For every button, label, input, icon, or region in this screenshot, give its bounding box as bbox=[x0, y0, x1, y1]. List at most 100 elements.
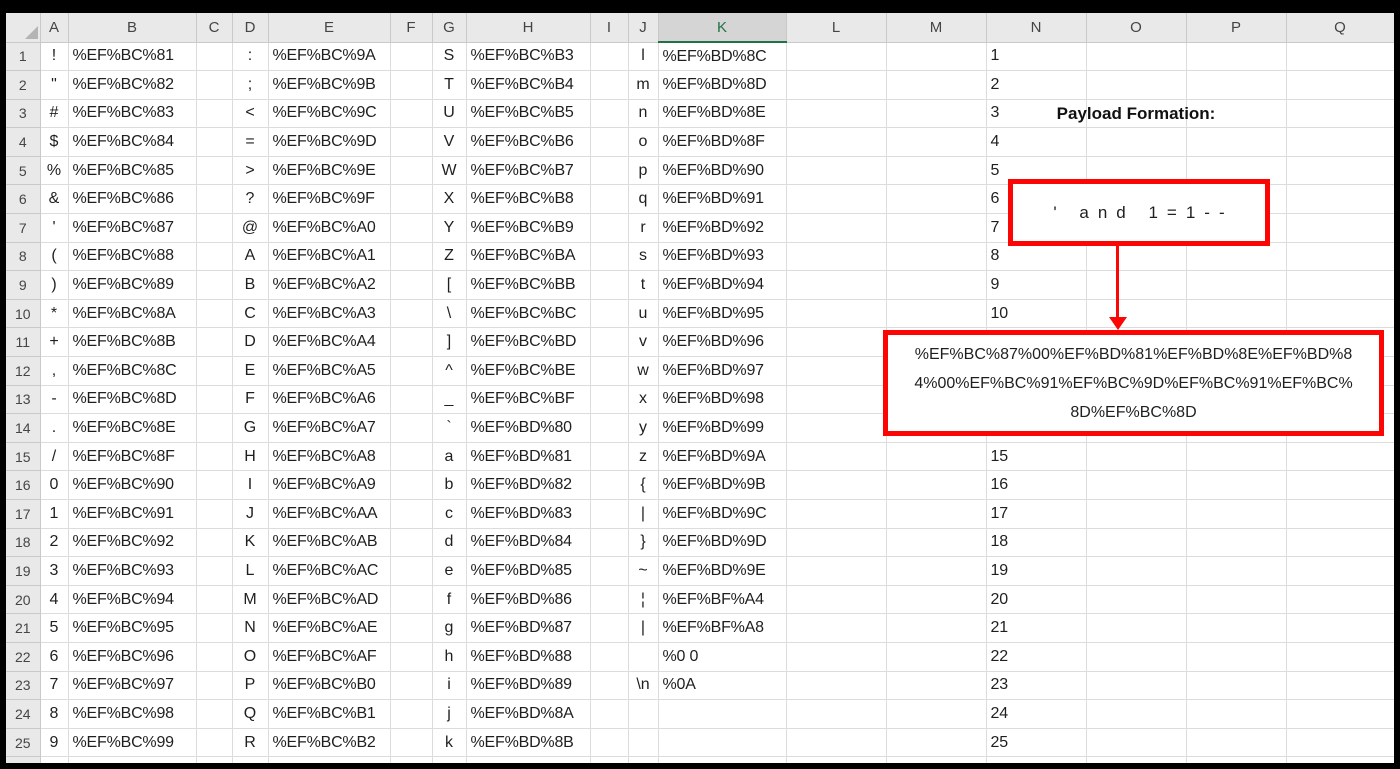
cell-L15[interactable] bbox=[785, 441, 887, 472]
cell-N14[interactable]: 14 bbox=[985, 413, 1087, 443]
cell-G14[interactable]: ` bbox=[431, 413, 467, 443]
cell-Q11[interactable] bbox=[1285, 327, 1394, 358]
cell-B2[interactable]: %EF%BC%82 bbox=[67, 70, 197, 100]
cell-J3[interactable]: n bbox=[627, 98, 659, 129]
cell-G20[interactable]: f bbox=[431, 584, 467, 615]
cell-O15[interactable] bbox=[1085, 441, 1187, 472]
cell-G16[interactable]: b bbox=[431, 470, 467, 500]
cell-F26[interactable] bbox=[389, 756, 433, 763]
cell-C17[interactable] bbox=[195, 499, 233, 529]
cell-J21[interactable]: | bbox=[627, 613, 659, 643]
cell-K15[interactable]: %EF%BD%9A bbox=[657, 441, 787, 472]
cell-J18[interactable]: } bbox=[627, 527, 659, 558]
cell-A24[interactable]: 8 bbox=[39, 699, 69, 729]
cell-L13[interactable] bbox=[785, 384, 887, 415]
column-header-J[interactable]: J bbox=[627, 13, 659, 43]
row-header-26[interactable] bbox=[6, 756, 41, 763]
cell-L26[interactable] bbox=[785, 756, 887, 763]
cell-B6[interactable]: %EF%BC%86 bbox=[67, 184, 197, 215]
column-header-C[interactable]: C bbox=[195, 13, 233, 43]
row-header-23[interactable]: 23 bbox=[6, 670, 41, 701]
cell-M17[interactable] bbox=[885, 499, 987, 529]
cell-P15[interactable] bbox=[1185, 441, 1287, 472]
cell-Q7[interactable] bbox=[1285, 213, 1394, 243]
cell-J8[interactable]: s bbox=[627, 241, 659, 272]
cell-Q15[interactable] bbox=[1285, 441, 1394, 472]
cell-N1[interactable]: 1 bbox=[985, 41, 1087, 72]
cell-B5[interactable]: %EF%BC%85 bbox=[67, 155, 197, 186]
cell-E26[interactable] bbox=[267, 756, 391, 763]
row-header-19[interactable]: 19 bbox=[6, 556, 41, 586]
cell-G11[interactable]: ] bbox=[431, 327, 467, 358]
cell-M23[interactable] bbox=[885, 670, 987, 701]
cell-Q16[interactable] bbox=[1285, 470, 1394, 500]
cell-C20[interactable] bbox=[195, 584, 233, 615]
cell-B26[interactable] bbox=[67, 756, 197, 763]
cell-G4[interactable]: V bbox=[431, 127, 467, 157]
column-header-I[interactable]: I bbox=[589, 13, 629, 43]
column-header-N[interactable]: N bbox=[985, 13, 1087, 43]
cell-O13[interactable] bbox=[1085, 384, 1187, 415]
cell-J15[interactable]: z bbox=[627, 441, 659, 472]
cell-I6[interactable] bbox=[589, 184, 629, 215]
cell-M24[interactable] bbox=[885, 699, 987, 729]
cell-L2[interactable] bbox=[785, 70, 887, 100]
row-header-14[interactable]: 14 bbox=[6, 413, 41, 443]
cell-B8[interactable]: %EF%BC%88 bbox=[67, 241, 197, 272]
cell-I10[interactable] bbox=[589, 298, 629, 329]
cell-Q4[interactable] bbox=[1285, 127, 1394, 157]
cell-O10[interactable] bbox=[1085, 298, 1187, 329]
cell-H16[interactable]: %EF%BD%82 bbox=[465, 470, 591, 500]
cell-N18[interactable]: 18 bbox=[985, 527, 1087, 558]
cell-E15[interactable]: %EF%BC%A8 bbox=[267, 441, 391, 472]
cell-L24[interactable] bbox=[785, 699, 887, 729]
cell-J19[interactable]: ~ bbox=[627, 556, 659, 586]
cell-C19[interactable] bbox=[195, 556, 233, 586]
cell-H5[interactable]: %EF%BC%B7 bbox=[465, 155, 591, 186]
cell-L4[interactable] bbox=[785, 127, 887, 157]
cell-J16[interactable]: { bbox=[627, 470, 659, 500]
cell-E9[interactable]: %EF%BC%A2 bbox=[267, 270, 391, 300]
cell-K10[interactable]: %EF%BD%95 bbox=[657, 298, 787, 329]
cell-N12[interactable]: 12 bbox=[985, 356, 1087, 386]
cell-E11[interactable]: %EF%BC%A4 bbox=[267, 327, 391, 358]
cell-B1[interactable]: %EF%BC%81 bbox=[67, 41, 197, 72]
cell-C21[interactable] bbox=[195, 613, 233, 643]
cell-Q20[interactable] bbox=[1285, 584, 1394, 615]
cell-G2[interactable]: T bbox=[431, 70, 467, 100]
cell-A16[interactable]: 0 bbox=[39, 470, 69, 500]
cell-Q22[interactable] bbox=[1285, 641, 1394, 672]
row-header-5[interactable]: 5 bbox=[6, 155, 41, 186]
cell-F4[interactable] bbox=[389, 127, 433, 157]
cell-C1[interactable] bbox=[195, 41, 233, 72]
cell-N26[interactable] bbox=[985, 756, 1087, 763]
row-header-16[interactable]: 16 bbox=[6, 470, 41, 500]
cell-L1[interactable] bbox=[785, 41, 887, 72]
cell-G15[interactable]: a bbox=[431, 441, 467, 472]
cell-I25[interactable] bbox=[589, 727, 629, 758]
column-header-B[interactable]: B bbox=[67, 13, 197, 43]
cell-J10[interactable]: u bbox=[627, 298, 659, 329]
cell-D10[interactable]: C bbox=[231, 298, 269, 329]
cell-M9[interactable] bbox=[885, 270, 987, 300]
cell-I17[interactable] bbox=[589, 499, 629, 529]
cell-F22[interactable] bbox=[389, 641, 433, 672]
cell-B14[interactable]: %EF%BC%8E bbox=[67, 413, 197, 443]
cell-K3[interactable]: %EF%BD%8E bbox=[657, 98, 787, 129]
cell-P22[interactable] bbox=[1185, 641, 1287, 672]
cell-O24[interactable] bbox=[1085, 699, 1187, 729]
cell-P11[interactable] bbox=[1185, 327, 1287, 358]
cell-A13[interactable]: - bbox=[39, 384, 69, 415]
cell-N22[interactable]: 22 bbox=[985, 641, 1087, 672]
cell-G26[interactable] bbox=[431, 756, 467, 763]
cell-P14[interactable] bbox=[1185, 413, 1287, 443]
cell-F24[interactable] bbox=[389, 699, 433, 729]
cell-A15[interactable]: / bbox=[39, 441, 69, 472]
cell-H24[interactable]: %EF%BD%8A bbox=[465, 699, 591, 729]
cell-H11[interactable]: %EF%BC%BD bbox=[465, 327, 591, 358]
cell-N3[interactable]: 3 bbox=[985, 98, 1087, 129]
cell-K21[interactable]: %EF%BF%A8 bbox=[657, 613, 787, 643]
cell-C4[interactable] bbox=[195, 127, 233, 157]
cell-P7[interactable] bbox=[1185, 213, 1287, 243]
cell-L14[interactable] bbox=[785, 413, 887, 443]
